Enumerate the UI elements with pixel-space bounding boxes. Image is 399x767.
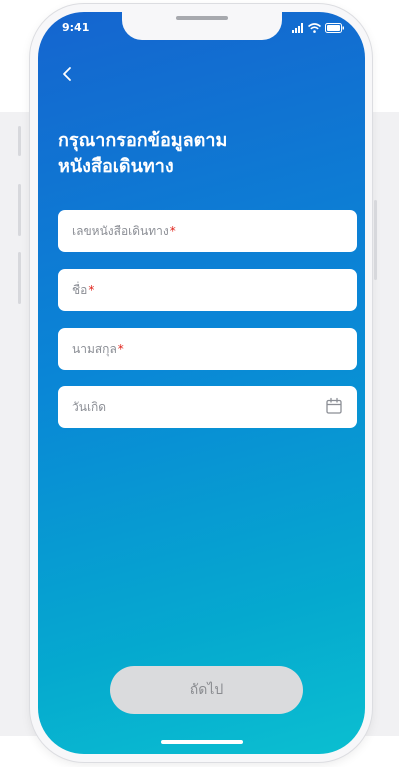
birth-date-placeholder: วันเกิด (72, 399, 107, 414)
phone-mute-switch (18, 126, 21, 156)
phone-power-button (374, 200, 377, 280)
calendar-icon[interactable] (325, 397, 343, 415)
last-name-field[interactable]: นามสกุล * (58, 328, 357, 370)
page-title: กรุณากรอกข้อมูลตาม หนังสือเดินทาง (58, 128, 227, 180)
signal-icon (292, 23, 303, 33)
required-mark: * (117, 342, 124, 356)
required-mark: * (169, 224, 176, 238)
home-indicator (160, 740, 243, 744)
first-name-placeholder: ชื่อ (72, 282, 88, 297)
phone-notch (121, 12, 282, 40)
wifi-icon (308, 23, 321, 33)
app-screen: 9:41 กรุณากรอกข้อมูลตาม หนังสือเดินทาง เ… (38, 12, 365, 754)
passport-number-placeholder: เลขหนังสือเดินทาง (72, 223, 169, 238)
first-name-field[interactable]: ชื่อ * (58, 269, 357, 311)
battery-icon (325, 23, 344, 33)
phone-volume-up (18, 184, 21, 236)
page-title-line-1: กรุณากรอกข้อมูลตาม (58, 130, 228, 151)
status-time: 9:41 (62, 21, 90, 34)
phone-volume-down (18, 252, 21, 304)
passport-number-field[interactable]: เลขหนังสือเดินทาง * (58, 210, 357, 252)
last-name-placeholder: นามสกุล (72, 341, 117, 356)
chevron-left-icon[interactable] (58, 64, 78, 84)
next-button[interactable]: ถัดไป (110, 666, 303, 714)
required-mark: * (88, 283, 95, 297)
speaker-grille (175, 16, 228, 20)
birth-date-field[interactable]: วันเกิด (58, 386, 357, 428)
page-title-line-2: หนังสือเดินทาง (58, 156, 174, 177)
status-icons (292, 21, 345, 33)
